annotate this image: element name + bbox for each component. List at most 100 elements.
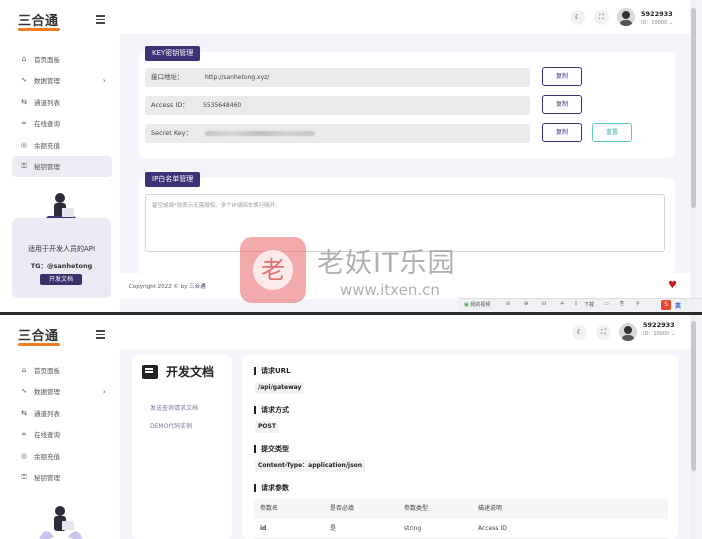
ip-panel-title: IP白名单管理 [145,172,201,187]
sidebar: 三合通 ⌂ 首页面板 ∿ 数据管理 › ⇆ 通道列表 ∞ 在线查询 ◎ 余额充值 ⚿ 秘钥管理 [0,315,120,539]
fullscreen-icon[interactable]: ⛶ [594,10,609,25]
secret-key-field[interactable]: Secret Key： [145,124,530,143]
params-table: 参数名 是否必填 参数类型 描述说明 id 是 string Access ID [254,499,668,539]
tray-icon[interactable]: ✈ [560,301,564,307]
api-promo-card: 适用于开发人员的API TG：@sanhetong 开发文档 [12,218,111,298]
video-label: 我的视频 [470,302,491,308]
sidebar-item-label: 数据管理 [34,77,60,86]
section-request-params: 请求参数 [254,484,289,492]
tray-icon[interactable]: ⎘ [620,301,624,307]
balance-icon: ◎ [20,140,28,149]
table-row: id 是 string Access ID [254,519,668,539]
app-logo[interactable]: 三合通 [18,10,59,29]
sidebar-item-channels[interactable]: ⇆ 通道列表 [12,91,112,113]
param-required: 是 [330,525,337,532]
key-management-screen: 三合通 ⌂ 首页面板 ∿ 数据管理 › ⇆ 通道列表 ∞ 在线查询 ◎ 余额充值 ⚿ 秘钥管理… [0,0,702,313]
api-url-field[interactable]: 接口地址： http://sanhetong.xyz/ [145,68,530,87]
dev-docs-button[interactable]: 开发文档 [40,274,82,285]
ip-whitelist-placeholder: 留空或填*则表示无需授权。多个IP请回车换行隔开。 [152,203,281,209]
request-method-value: POST [255,421,279,433]
docs-title: 开发文档 [166,365,215,379]
chevron-down-icon: ⌄ [670,331,676,337]
heart-icon: ♥ [668,280,677,291]
sidebar-item-query[interactable]: ∞ 在线查询 [12,424,112,446]
developer-illustration [39,506,83,539]
sidebar-item-label: 通道列表 [34,98,60,107]
api-url-value: http://sanhetong.xyz/ [205,74,270,81]
user-name: 5922933 [641,10,673,18]
sidebar-item-query[interactable]: ∞ 在线查询 [12,113,112,135]
sidebar-item-channels[interactable]: ⇆ 通道列表 [12,402,112,424]
theme-toggle-icon[interactable]: ☾ [570,10,585,25]
app-logo[interactable]: 三合通 [18,325,59,344]
book-icon [142,365,158,379]
docs-link-query[interactable]: 发送查询请求文档 [150,403,198,412]
sidebar-item-keys[interactable]: ⚿ 秘钥管理 [12,155,112,177]
user-id[interactable]: ID：10000 ⌄ [641,19,673,26]
footer-brand-link[interactable]: 三合通 [189,284,206,290]
chevron-right-icon: › [102,386,106,396]
param-desc: Access ID [478,525,507,532]
balance-icon: ◎ [20,451,28,460]
sidebar-item-dashboard[interactable]: ⌂ 首页面板 [12,359,112,381]
ime-icon[interactable]: S [661,300,671,310]
copyright-text: Copyright 2022 © by 三合通 [129,282,206,290]
ip-whitelist-panel: IP白名单管理 留空或填*则表示无需授权。多个IP请回车换行隔开。 [139,172,675,274]
page-scrollbar[interactable] [691,0,696,313]
sidebar-item-label: 通道列表 [34,409,60,418]
promo-text: 适用于开发人员的API [27,245,96,253]
link-icon: ∞ [21,430,27,439]
menu-toggle-icon[interactable] [96,15,105,26]
tray-icon[interactable]: ⊘ [506,301,510,307]
sidebar-item-data[interactable]: ∿ 数据管理 › [12,70,112,92]
sidebar-item-label: 余额充值 [34,141,60,150]
key-panel-title: KEY密钥管理 [145,46,201,61]
param-name: id [260,525,267,532]
reset-secret-button[interactable]: 重置 [592,123,632,142]
copy-secret-button[interactable]: 复制 [542,123,582,142]
tray-icon[interactable]: ▭ [604,301,609,307]
user-id[interactable]: ID：10000 ⌄ [643,330,675,337]
theme-toggle-icon[interactable]: ☾ [572,325,587,340]
video-icon: ▣ [464,302,469,308]
sidebar-item-recharge[interactable]: ◎ 余额充值 [12,445,112,467]
sidebar-item-data[interactable]: ∿ 数据管理 › [12,381,112,403]
copy-url-button[interactable]: 复制 [542,67,582,86]
tray-icon[interactable]: ⚲ [636,301,640,307]
language-indicator[interactable]: 英 [675,301,681,310]
sidebar-item-label: 在线查询 [34,120,60,129]
sidebar-item-dashboard[interactable]: ⌂ 首页面板 [12,48,112,70]
download-icon[interactable]: ⇩ [574,301,578,307]
tray-icon[interactable]: ☊ [542,301,546,307]
column-header: 描述说明 [478,505,503,512]
sidebar-item-recharge[interactable]: ◎ 余额充值 [12,134,112,156]
page-scrollbar[interactable] [691,315,696,539]
menu-toggle-icon[interactable] [96,330,105,341]
sidebar-item-keys[interactable]: ⚿ 秘钥管理 [12,467,112,489]
home-icon: ⌂ [21,365,27,374]
secret-key-masked [205,131,315,136]
channel-icon: ⇆ [21,97,27,106]
video-tray-item[interactable]: ▣ 我的视频 [464,301,490,308]
param-type: string [404,525,422,532]
column-header: 参数类型 [404,505,429,512]
docs-content-card: 请求URL /api/gateway 请求方式 POST 提交类型 Conten… [242,355,678,539]
download-label[interactable]: 下载 [584,301,594,308]
fullscreen-icon[interactable]: ⛶ [596,325,611,340]
promo-telegram: TG：@sanhetong [30,262,93,270]
docs-link-demo[interactable]: DEMO代码实例 [150,421,192,430]
sidebar-item-label: 秘钥管理 [34,474,60,483]
copy-access-id-button[interactable]: 复制 [542,95,582,114]
content-type-value: Content-Type：application/json [255,460,366,472]
access-id-label: Access ID： [151,101,189,109]
key-panel: KEY密钥管理 接口地址： http://sanhetong.xyz/ 复制 A… [139,46,675,158]
ip-whitelist-textarea[interactable]: 留空或填*则表示无需授权。多个IP请回车换行隔开。 [145,194,665,252]
avatar[interactable] [617,8,635,26]
tray-icon[interactable]: ⊕ [524,301,528,307]
column-header: 是否必填 [330,505,355,512]
access-id-field[interactable]: Access ID： 5535648460 [145,96,530,115]
avatar[interactable] [619,323,637,341]
logo-underline [18,343,60,346]
table-header: 参数名 是否必填 参数类型 描述说明 [254,499,668,519]
api-url-label: 接口地址： [151,73,184,81]
